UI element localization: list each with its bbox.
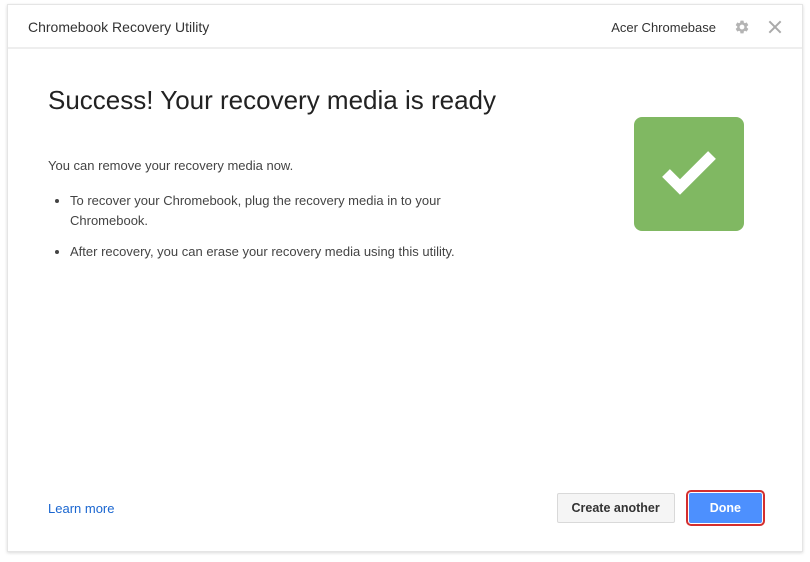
create-another-button[interactable]: Create another [557,493,675,523]
instruction-list: To recover your Chromebook, plug the rec… [48,191,488,262]
main-content: Success! Your recovery media is ready Yo… [8,49,802,477]
done-button[interactable]: Done [689,493,762,523]
utility-window: Chromebook Recovery Utility Acer Chromeb… [7,4,803,552]
checkmark-icon [658,147,720,202]
learn-more-link[interactable]: Learn more [48,501,114,516]
success-badge [634,117,744,231]
intro-text: You can remove your recovery media now. [48,158,508,173]
list-item: To recover your Chromebook, plug the rec… [70,191,488,230]
gear-icon[interactable] [734,19,750,35]
list-item: After recovery, you can erase your recov… [70,242,488,262]
app-title: Chromebook Recovery Utility [28,19,611,35]
page-title: Success! Your recovery media is ready [48,85,762,116]
header-bar: Chromebook Recovery Utility Acer Chromeb… [8,5,802,49]
device-name: Acer Chromebase [611,20,716,35]
footer-bar: Learn more Create another Done [8,477,802,551]
close-icon[interactable] [768,20,782,34]
